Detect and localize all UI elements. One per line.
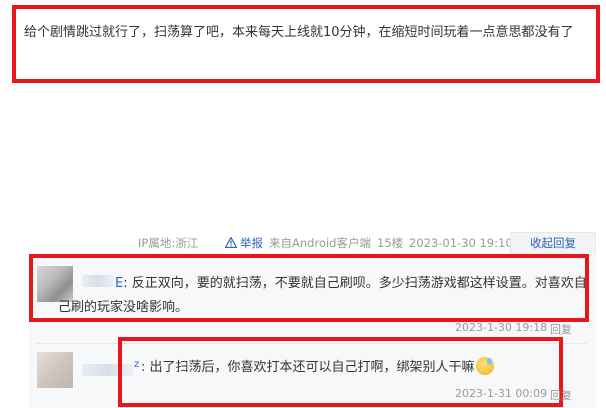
reply-time: 2023-1-30 19:18 [455, 321, 548, 334]
post-text: 给个剧情跳过就行了，扫荡算了吧，本来每天上线就10分钟，在缩短时间玩着一点意思都… [24, 25, 574, 40]
report-label: 举报 [240, 236, 263, 250]
reply-button[interactable]: 回复 [550, 321, 572, 337]
reply-button[interactable]: 回复 [550, 387, 572, 403]
floor-number: 15楼 [377, 236, 404, 250]
post-date: 2023-01-30 19:10 [409, 236, 513, 250]
report-link[interactable]: 举报 [225, 232, 263, 254]
client-source: 来自Android客户端 [269, 236, 371, 250]
post-content-box: 给个剧情跳过就行了，扫荡算了吧，本来每天上线就10分钟，在缩短时间玩着一点意思都… [12, 5, 600, 83]
avatar[interactable] [37, 352, 73, 388]
reply-highlight-box [29, 254, 589, 322]
warning-icon [225, 237, 237, 248]
post-meta-row: IP属地:浙江 举报 来自Android客户端 15楼 2023-01-30 1… [0, 232, 606, 254]
reply-time: 2023-1-31 00:09 [455, 387, 548, 400]
ip-location: IP属地:浙江 [138, 236, 199, 250]
collapse-replies-button[interactable]: 收起回复 [510, 232, 596, 254]
